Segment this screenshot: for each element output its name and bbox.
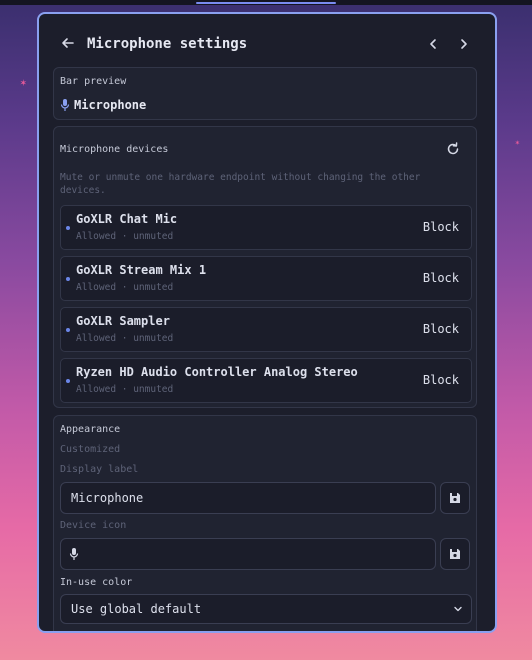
devices-label: Microphone devices [60,144,169,155]
device-status: Allowed · unmuted [76,384,174,395]
block-button[interactable]: Block [423,271,459,285]
refresh-button[interactable] [444,140,462,158]
chevron-left-icon [430,39,436,49]
save-display-label-button[interactable] [440,482,470,514]
sparkle-icon: ✶ [515,138,520,147]
panel-header: Microphone settings [39,14,495,66]
save-icon [450,493,460,503]
top-bar-accent [196,2,336,4]
status-dot [66,226,70,230]
device-row: GoXLR Sampler Allowed · unmuted Block [60,307,472,352]
sparkle-icon: ✶ [20,76,27,89]
settings-panel: Microphone settings Bar preview Micropho… [37,12,497,633]
block-button[interactable]: Block [423,220,459,234]
device-name: GoXLR Sampler [76,314,170,328]
device-name: GoXLR Chat Mic [76,212,178,226]
next-button[interactable] [455,35,473,53]
display-label-value: Microphone [71,491,144,505]
appearance-label: Appearance [60,424,121,435]
bar-preview-label: Bar preview [60,76,127,87]
appearance-card: Appearance Customized Display label Micr… [53,415,477,631]
device-icon-heading: Device icon [60,520,127,531]
back-button[interactable] [59,34,77,52]
display-label-heading: Display label [60,464,139,475]
arrow-left-icon [62,38,74,48]
device-status: Allowed · unmuted [76,282,174,293]
chevron-right-icon [461,39,467,49]
bar-preview-value: Microphone [74,98,147,112]
bar-preview-card: Bar preview Microphone [53,67,477,120]
device-row: GoXLR Chat Mic Allowed · unmuted Block [60,205,472,250]
device-status: Allowed · unmuted [76,231,174,242]
in-use-color-heading: In-use color [60,577,133,588]
device-row: Ryzen HD Audio Controller Analog Stereo … [60,358,472,403]
previous-button[interactable] [424,35,442,53]
display-label-input[interactable]: Microphone [60,482,436,514]
refresh-icon [447,142,459,155]
appearance-state: Customized [60,444,121,455]
device-status: Allowed · unmuted [76,333,174,344]
microphone-devices-card: Microphone devices Mute or unmute one ha… [53,126,477,408]
status-dot [66,379,70,383]
device-name: GoXLR Stream Mix 1 [76,263,207,277]
device-name: Ryzen HD Audio Controller Analog Stereo [76,365,358,379]
block-button[interactable]: Block [423,322,459,336]
microphone-icon [60,99,70,111]
page-title: Microphone settings [87,36,248,52]
devices-description: Mute or unmute one hardware endpoint wit… [60,172,421,196]
microphone-icon [69,548,79,560]
chevron-down-icon [454,606,462,612]
in-use-color-value: Use global default [71,602,202,616]
block-button[interactable]: Block [423,373,459,387]
status-dot [66,328,70,332]
device-icon-input[interactable] [60,538,436,570]
in-use-color-select[interactable]: Use global default [60,594,472,624]
device-row: GoXLR Stream Mix 1 Allowed · unmuted Blo… [60,256,472,301]
save-icon [450,549,460,559]
status-dot [66,277,70,281]
save-device-icon-button[interactable] [440,538,470,570]
